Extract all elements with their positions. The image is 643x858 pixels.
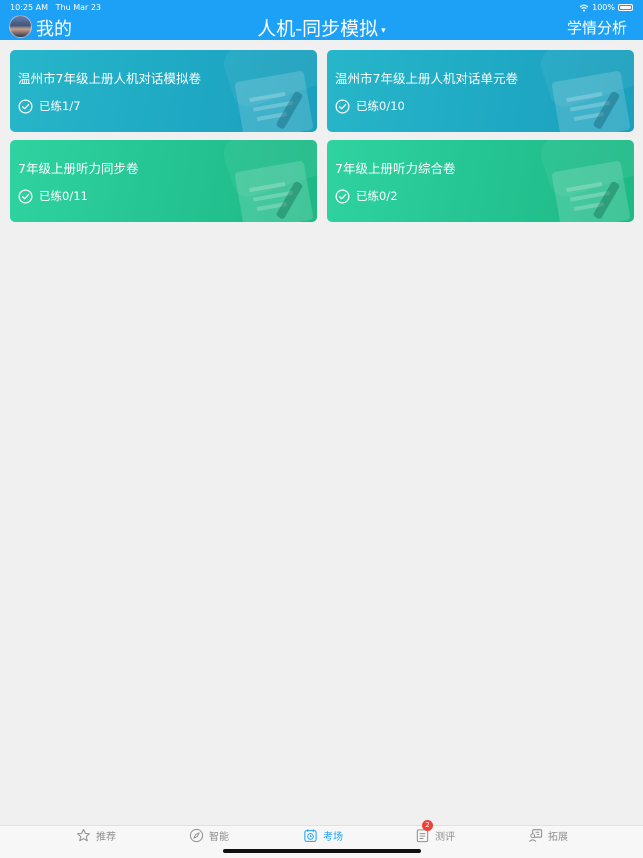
bottom-tab-bar: 推荐 智能 考场 2 测评 拓展	[0, 820, 643, 858]
person-board-icon	[529, 828, 543, 842]
nav-row: 我的 人机-同步模拟 ▾ 学情分析	[0, 14, 643, 40]
learning-analysis-button[interactable]: 学情分析	[567, 17, 627, 38]
wifi-icon	[579, 4, 589, 12]
tab-recommend[interactable]: 推荐	[76, 826, 116, 844]
star-icon	[77, 828, 90, 841]
check-circle-icon	[18, 189, 33, 203]
paper-pencil-decor-icon	[540, 140, 634, 222]
paper-pencil-decor-icon	[223, 50, 317, 132]
check-circle-icon	[335, 99, 350, 113]
practice-count: 已练0/2	[356, 189, 398, 203]
practice-status: 已练0/10	[335, 98, 405, 114]
compass-icon	[189, 828, 204, 842]
practice-status: 已练0/2	[335, 188, 398, 204]
paper-card[interactable]: 7年级上册听力综合卷 已练0/2	[327, 140, 634, 222]
battery-percent: 100%	[592, 3, 615, 12]
practice-count: 已练0/10	[356, 99, 405, 113]
paper-card[interactable]: 温州市7年级上册人机对话单元卷 已练0/10	[327, 50, 634, 132]
paper-title: 7年级上册听力同步卷	[18, 161, 139, 176]
status-time-text: 10:25 AM	[10, 3, 48, 12]
tab-label: 拓展	[548, 831, 568, 843]
paper-card[interactable]: 温州市7年级上册人机对话模拟卷 已练1/7	[10, 50, 317, 132]
paper-card[interactable]: 7年级上册听力同步卷 已练0/11	[10, 140, 317, 222]
paper-title: 温州市7年级上册人机对话模拟卷	[18, 71, 201, 86]
page-title: 人机-同步模拟	[257, 18, 379, 40]
notification-badge: 2	[422, 820, 433, 831]
check-circle-icon	[18, 99, 33, 113]
practice-status: 已练0/11	[18, 188, 88, 204]
practice-status: 已练1/7	[18, 98, 81, 114]
tab-exam-room[interactable]: 考场	[303, 826, 343, 844]
paper-title: 7年级上册听力综合卷	[335, 161, 456, 176]
chevron-down-icon: ▾	[381, 25, 386, 36]
status-right: 100%	[579, 3, 633, 12]
paper-title: 温州市7年级上册人机对话单元卷	[335, 71, 518, 86]
status-time: 10:25 AM Thu Mar 23	[10, 3, 101, 12]
app-header: 10:25 AM Thu Mar 23 100% 我的 人机-同步模拟 ▾ 学情分…	[0, 0, 643, 40]
practice-count: 已练1/7	[39, 99, 81, 113]
practice-count: 已练0/11	[39, 189, 88, 203]
tab-label: 考场	[323, 831, 343, 843]
check-circle-icon	[335, 189, 350, 203]
clock-calendar-icon	[304, 828, 317, 842]
paper-card-grid: 温州市7年级上册人机对话模拟卷 已练1/7 温州市7年级上册人机对话单元卷 已练…	[10, 50, 634, 222]
tab-label: 测评	[435, 831, 455, 843]
battery-icon	[618, 4, 633, 11]
tab-label: 智能	[209, 831, 229, 843]
tab-label: 推荐	[96, 831, 116, 843]
status-bar: 10:25 AM Thu Mar 23 100%	[0, 0, 643, 14]
tab-smart[interactable]: 智能	[189, 826, 229, 844]
tab-assessment[interactable]: 2 测评	[415, 820, 455, 844]
paper-pencil-decor-icon	[540, 50, 634, 132]
title-selector[interactable]: 人机-同步模拟 ▾	[0, 14, 643, 41]
home-indicator[interactable]	[223, 849, 421, 853]
paper-pencil-decor-icon	[223, 140, 317, 222]
tab-expand[interactable]: 拓展	[528, 826, 568, 844]
status-date-text: Thu Mar 23	[55, 3, 102, 12]
